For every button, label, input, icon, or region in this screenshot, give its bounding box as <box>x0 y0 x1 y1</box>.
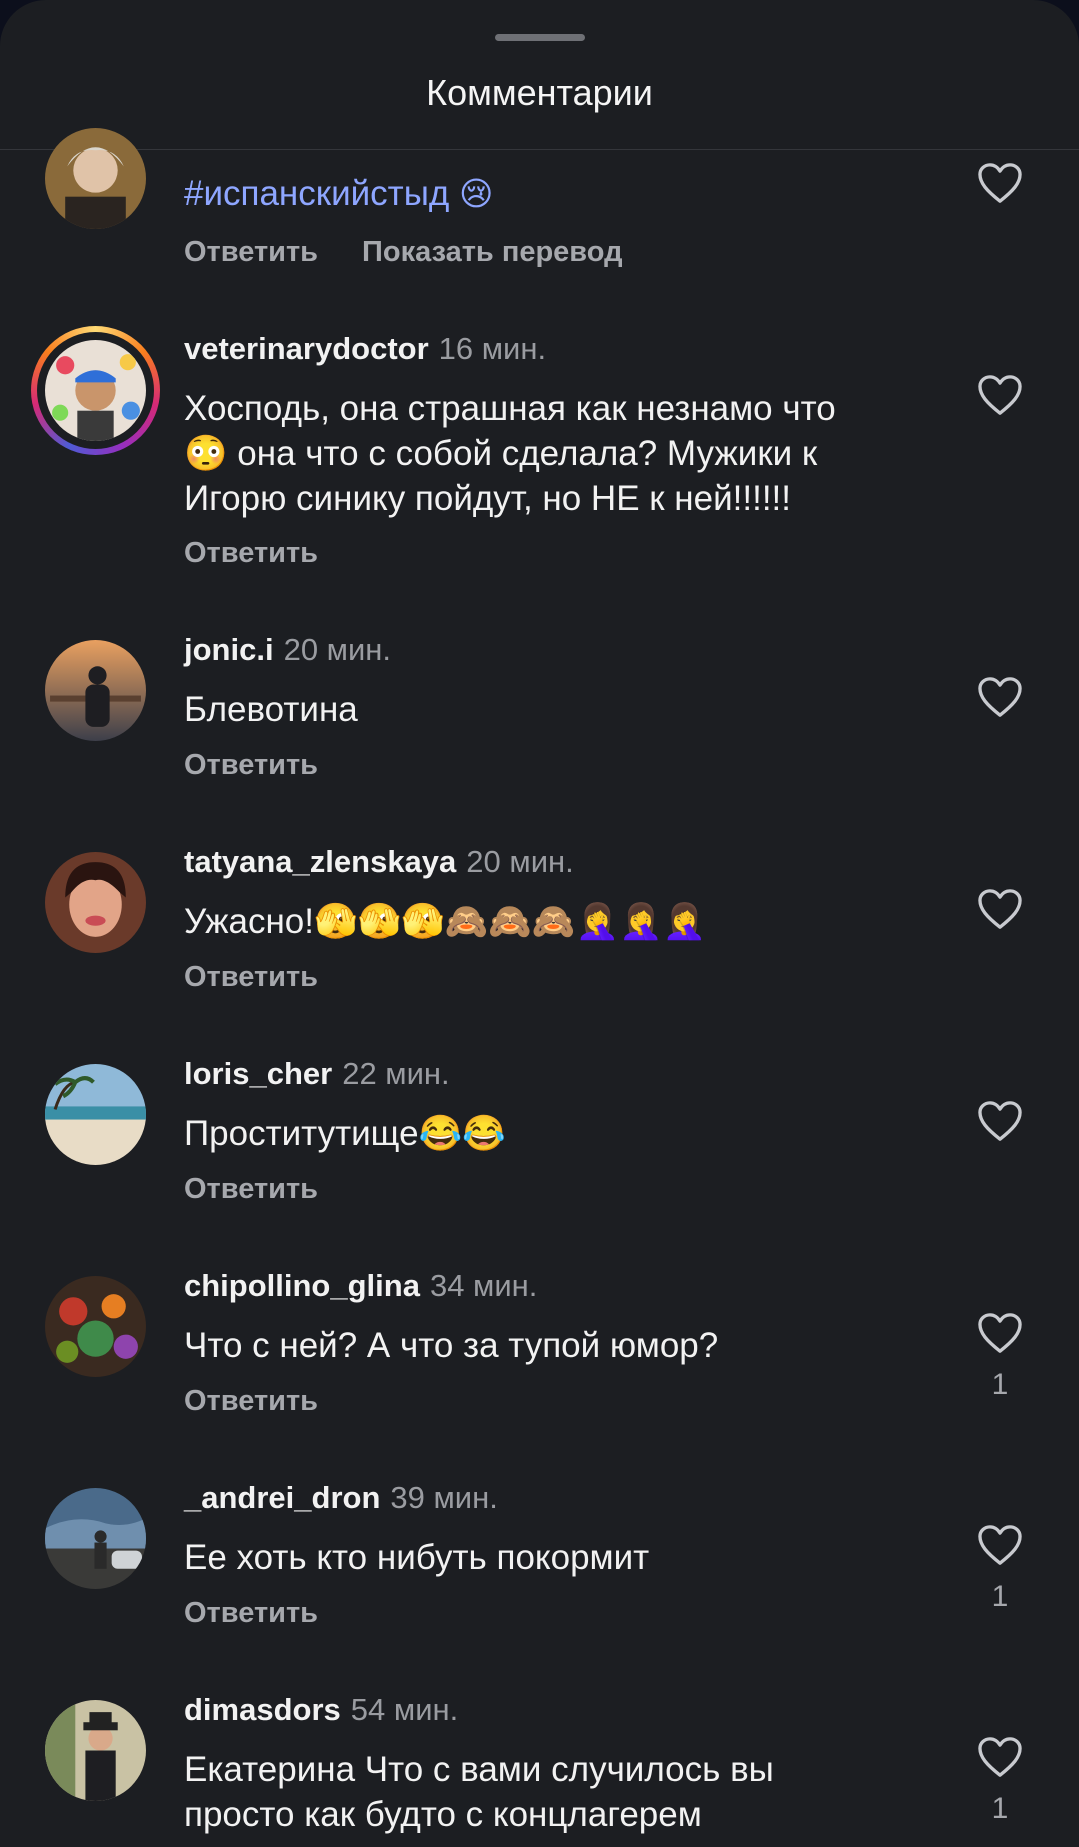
username[interactable]: _andrei_dron <box>184 1480 380 1515</box>
like-heart-icon[interactable] <box>977 374 1023 416</box>
reply-button[interactable]: Ответить <box>184 749 318 781</box>
avatar[interactable] <box>45 640 146 741</box>
timestamp: 16 мин. <box>438 331 547 366</box>
header-divider <box>0 149 1079 150</box>
comment-meta: veterinarydoctor 16 мин. <box>184 331 546 367</box>
comment-actions: Ответить Показать перевод <box>184 236 667 269</box>
comment-meta: dimasdors 54 мин. <box>184 1692 458 1728</box>
reply-button[interactable]: Ответить <box>184 236 318 268</box>
like-heart-icon[interactable] <box>977 676 1023 718</box>
crying-emoji: 😢 <box>459 174 494 213</box>
comment-actions: Ответить <box>184 961 362 994</box>
comment-actions: Ответить <box>184 537 362 570</box>
comment-text: Ужасно!🫣🫣🫣🙈🙈🙈🤦‍♀️🤦‍♀️🤦‍♀️ <box>184 902 707 941</box>
avatar[interactable] <box>45 852 146 953</box>
comment-text: Ее хоть кто нибуть покормит <box>184 1538 650 1577</box>
reply-button[interactable]: Ответить <box>184 1385 318 1417</box>
reply-button[interactable]: Ответить <box>184 1173 318 1205</box>
timestamp: 20 мин. <box>466 844 574 879</box>
comment-actions: Ответить <box>184 749 362 782</box>
like-count: 1 <box>991 1580 1009 1613</box>
avatar[interactable] <box>45 340 146 441</box>
comment-meta: loris_cher 22 мин. <box>184 1056 450 1092</box>
timestamp: 54 мин. <box>350 1692 459 1727</box>
avatar[interactable] <box>45 1700 146 1801</box>
timestamp: 20 мин. <box>283 632 392 667</box>
sheet-title: Комментарии <box>426 72 653 113</box>
comment-text: Хосподь, она страшная как незнамо что 😳 … <box>184 389 836 518</box>
username[interactable]: loris_cher <box>184 1056 332 1091</box>
comment-text: Блевотина <box>184 690 358 729</box>
username[interactable]: veterinarydoctor <box>184 331 429 366</box>
drag-handle[interactable] <box>495 34 585 41</box>
comment-actions: Ответить <box>184 1597 362 1630</box>
comment-text: Екатерина Что с вами случилось вы просто… <box>184 1750 774 1834</box>
like-heart-icon[interactable] <box>977 1100 1023 1142</box>
comments-sheet: Комментарии #испанскийстыд 😢 Ответить Пок… <box>0 0 1079 1847</box>
like-heart-icon[interactable] <box>977 1312 1023 1354</box>
comment-text-hashtag[interactable]: #испанскийстыд 😢 <box>184 171 944 216</box>
reply-button[interactable]: Ответить <box>184 1597 318 1629</box>
like-heart-icon[interactable] <box>977 1524 1023 1566</box>
like-heart-icon[interactable] <box>977 888 1023 930</box>
timestamp: 39 мин. <box>390 1480 498 1515</box>
comment-meta: _andrei_dron 39 мин. <box>184 1480 498 1516</box>
username[interactable]: jonic.i <box>184 632 274 667</box>
comment-text: Что с ней? А что за тупой юмор? <box>184 1326 719 1365</box>
username[interactable]: chipollino_glina <box>184 1268 420 1303</box>
story-ring[interactable] <box>31 326 160 455</box>
comment-meta: chipollino_glina 34 мин. <box>184 1268 537 1304</box>
avatar[interactable] <box>45 1276 146 1377</box>
like-count: 1 <box>991 1792 1009 1825</box>
comment-meta: jonic.i 20 мин. <box>184 632 391 668</box>
avatar[interactable] <box>45 128 146 229</box>
comment-actions: Ответить <box>184 1173 362 1206</box>
like-count: 1 <box>991 1368 1009 1401</box>
like-heart-icon[interactable] <box>977 1736 1023 1778</box>
like-heart-icon[interactable] <box>977 162 1023 204</box>
avatar[interactable] <box>45 1488 146 1589</box>
timestamp: 22 мин. <box>342 1056 450 1091</box>
reply-button[interactable]: Ответить <box>184 961 318 993</box>
username[interactable]: dimasdors <box>184 1692 341 1727</box>
avatar[interactable] <box>45 1064 146 1165</box>
timestamp: 34 мин. <box>429 1268 538 1303</box>
comment-actions: Ответить <box>184 1385 362 1418</box>
username[interactable]: tatyana_zlenskaya <box>184 844 456 879</box>
show-translation-button[interactable]: Показать перевод <box>362 236 622 268</box>
reply-button[interactable]: Ответить <box>184 537 318 569</box>
comment-text: Проститутище😂😂 <box>184 1114 506 1153</box>
comment-meta: tatyana_zlenskaya 20 мин. <box>184 844 574 880</box>
